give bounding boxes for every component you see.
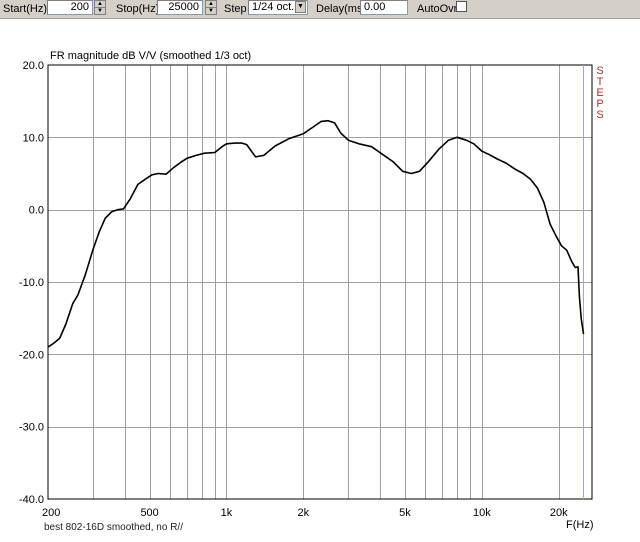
y-tick-label: -10.0: [19, 277, 44, 289]
x-axis: 200 500 1k 2k 5k 10k 20k: [42, 507, 568, 519]
x-tick-label: 200: [42, 507, 60, 519]
x-tick-label: 2k: [298, 507, 310, 519]
x-tick-label: 500: [140, 507, 158, 519]
frequency-response-chart[interactable]: 20.0 10.0 0.0 -10.0 -20.0 -30.0 -40.0 200 500 1k…: [0, 0, 640, 542]
response-curve[interactable]: [47, 119, 585, 348]
curves: [47, 119, 585, 348]
y-tick-label: 0.0: [29, 205, 44, 217]
x-tick-label: 1k: [221, 507, 233, 519]
x-axis-label: F(Hz): [566, 519, 594, 531]
y-tick-label: -40.0: [19, 494, 44, 506]
x-tick-label: 10k: [473, 507, 491, 519]
y-axis: 20.0 10.0 0.0 -10.0 -20.0 -30.0 -40.0: [19, 60, 44, 506]
x-tick-label: 20k: [550, 507, 568, 519]
y-tick-label: 10.0: [23, 132, 44, 144]
y-tick-label: -30.0: [19, 422, 44, 434]
x-tick-label: 5k: [399, 507, 411, 519]
y-tick-label: 20.0: [23, 60, 44, 72]
y-tick-label: -20.0: [19, 349, 44, 361]
grid: [48, 65, 592, 499]
